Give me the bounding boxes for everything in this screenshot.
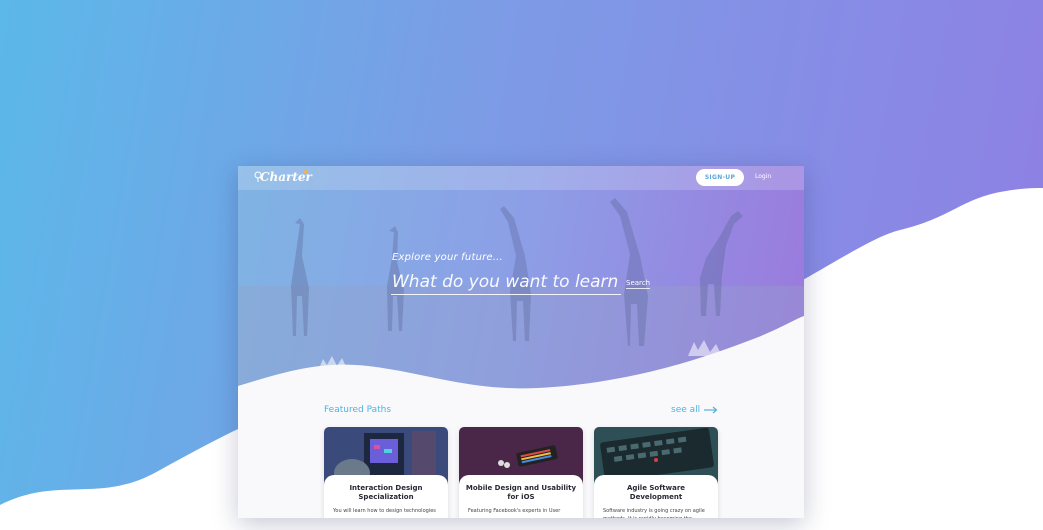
path-card[interactable]: Agile Software Development Software indu… bbox=[594, 427, 718, 518]
signup-button[interactable]: SIGN-UP bbox=[696, 169, 744, 186]
card-title: Interaction Design Specialization bbox=[349, 484, 423, 501]
card-body: Agile Software Development Software indu… bbox=[594, 475, 718, 518]
path-card[interactable]: Mobile Design and Usability for iOS Feat… bbox=[459, 427, 583, 518]
search-button[interactable]: Search bbox=[626, 279, 651, 289]
hero-wave-divider bbox=[238, 316, 804, 396]
top-navbar: Charter SIGN-UP Login bbox=[238, 166, 804, 190]
hero-tagline: Explore your future... bbox=[392, 252, 503, 263]
card-body: Interaction Design Specialization You wi… bbox=[324, 475, 448, 518]
card-title: Mobile Design and Usability for iOS bbox=[465, 484, 577, 501]
hero-section: Charter SIGN-UP Login Explore your futur… bbox=[238, 166, 804, 396]
search-input[interactable] bbox=[391, 270, 621, 295]
browser-preview: Charter SIGN-UP Login Explore your futur… bbox=[238, 166, 804, 518]
login-link[interactable]: Login bbox=[755, 173, 771, 180]
card-body: Mobile Design and Usability for iOS Feat… bbox=[459, 475, 583, 518]
arrow-right-icon bbox=[704, 406, 718, 414]
see-all-link[interactable]: see all bbox=[671, 405, 718, 415]
featured-paths-title: Featured Paths bbox=[324, 405, 392, 415]
card-title: Agile Software Development bbox=[626, 484, 686, 501]
card-description: You will learn how to design technologie… bbox=[333, 508, 436, 514]
card-description: Software industry is going crazy on agil… bbox=[603, 508, 705, 518]
card-description: Featuring Facebook's experts in User bbox=[468, 508, 561, 514]
logo-accent-dot bbox=[304, 170, 308, 174]
see-all-label: see all bbox=[671, 405, 701, 415]
path-card[interactable]: Interaction Design Specialization You wi… bbox=[324, 427, 448, 518]
